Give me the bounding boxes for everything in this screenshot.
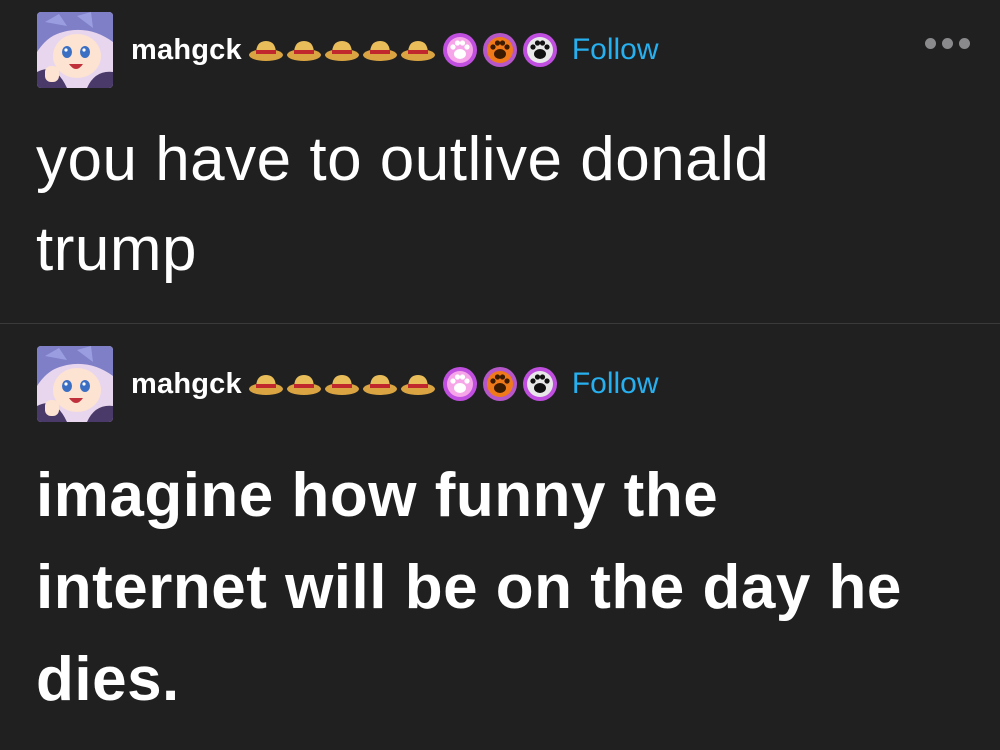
orange-paw-badge-icon — [482, 33, 517, 67]
username[interactable]: mahgck — [131, 34, 242, 67]
straw-hat-icon — [324, 375, 359, 395]
badges — [248, 32, 558, 68]
post-header: mahgck Follow — [37, 12, 659, 88]
post-2: mahgck Follow imagine how funny the inte… — [0, 324, 1000, 750]
pink-paw-badge-icon — [442, 33, 477, 67]
orange-paw-badge-icon — [482, 367, 517, 401]
follow-button[interactable]: Follow — [572, 33, 659, 67]
black-paw-badge-icon — [522, 33, 557, 67]
straw-hat-icon — [400, 41, 435, 61]
avatar[interactable] — [37, 346, 113, 422]
straw-hat-icon — [286, 41, 321, 61]
follow-button[interactable]: Follow — [572, 367, 659, 401]
post-1: mahgck Follow you have to outlive donald… — [0, 0, 1000, 323]
straw-hat-icon — [400, 375, 435, 395]
straw-hat-icon — [248, 41, 283, 61]
straw-hat-icon — [286, 375, 321, 395]
username[interactable]: mahgck — [131, 368, 242, 401]
straw-hat-icon — [362, 41, 397, 61]
more-options-icon[interactable] — [925, 38, 970, 49]
straw-hat-icon — [362, 375, 397, 395]
post-text: you have to outlive donald trump — [36, 125, 770, 284]
post-header: mahgck Follow — [37, 346, 659, 422]
black-paw-badge-icon — [522, 367, 557, 401]
avatar[interactable] — [37, 12, 113, 88]
badges — [248, 366, 558, 402]
pink-paw-badge-icon — [442, 367, 477, 401]
straw-hat-icon — [324, 41, 359, 61]
straw-hat-icon — [248, 375, 283, 395]
post-text: imagine how funny the internet will be o… — [36, 461, 902, 714]
